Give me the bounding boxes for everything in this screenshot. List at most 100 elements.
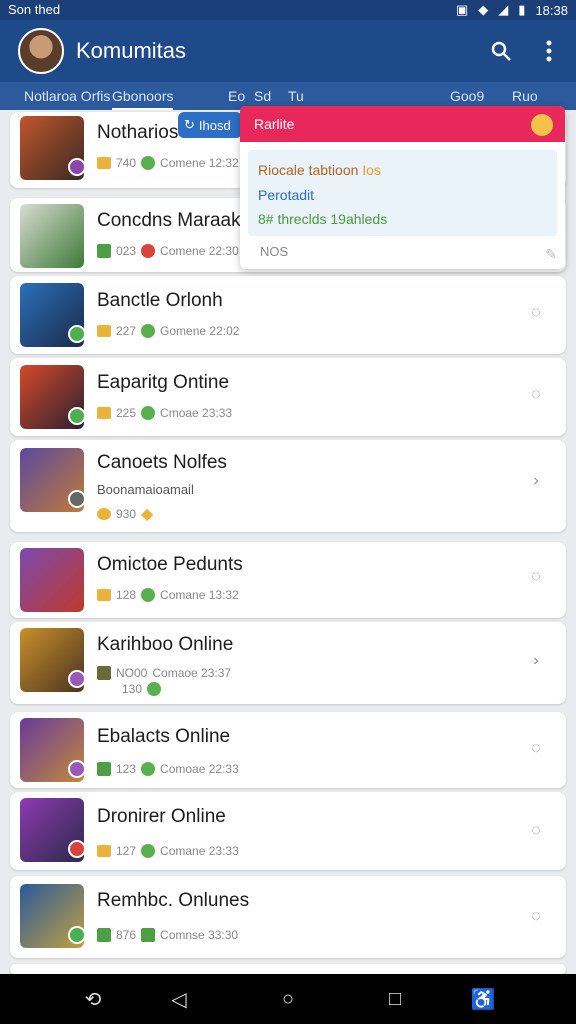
tab-notlaroa[interactable]: Notlaroa Orfis [24,88,110,104]
game-thumbnail [20,718,86,782]
item-meta: 227 Gomene 22:02 [97,324,239,338]
signal-icon: ◢ [498,2,509,17]
app-bar: Komumitas [0,20,576,82]
list-item-partial[interactable] [10,964,566,974]
status-icon [141,324,156,338]
platform-badge [68,926,86,944]
avatar[interactable] [18,28,64,74]
coin-icon [97,157,111,169]
item-title: Ebalacts Online [97,726,231,747]
status-bar: Son thed ▣ ◆ ◢ ▮ 18:38 [0,0,576,20]
item-meta: 128 Comane 13:32 [97,588,239,602]
item-meta: 876 Comnse 33:30 [97,928,238,942]
item-title: Remhbc. Onlunes [97,890,250,911]
tab-gbonoors[interactable]: Gbonoors [112,88,174,110]
item-meta: 123 Comoae 22:33 [97,762,239,776]
status-icon [141,762,156,776]
item-title: Omictoe Pedunts [97,554,243,575]
tab-ruo[interactable]: Ruo [512,88,538,104]
list-item[interactable]: Canoets Nolfes Boonamaioamail 930 ◆ › [10,440,566,532]
tab-sd[interactable]: Sd [254,88,271,104]
item-title: Banctle Orlonh [97,290,223,311]
item-meta-secondary: 130 [122,682,162,696]
platform-badge [68,840,86,858]
status-icons: ▣ ◆ ◢ ▮ 18:38 [456,2,568,18]
item-meta: NO00 Comaoe 23:37 [97,666,231,680]
list-item[interactable]: Eaparitg Ontine 225 Cmoae 23:33 ◌ [10,358,566,436]
item-meta: 930 ◆ [97,504,153,524]
chat-bubble-icon[interactable]: ◌ [526,304,546,324]
notification-popup[interactable]: Rarlite Riocale tabtioon Ios Perotadit 8… [240,106,565,269]
list-item[interactable]: Omictoe Pedunts 128 Comane 13:32 ◌ [10,542,566,618]
clock: 18:38 [535,2,568,18]
accessibility-icon[interactable]: ♿ [470,986,496,1012]
platform-badge [68,490,86,508]
list-item[interactable]: Banctle Orlonh 227 Gomene 22:02 ◌ [10,276,566,354]
home-icon[interactable]: ○ [275,986,301,1012]
battery-icon: ▮ [518,2,526,17]
item-meta: 740 Comene 12:32 [97,156,239,170]
status-icon [141,244,156,258]
platform-badge [68,670,86,688]
tooltip-label: Ihosd [198,117,231,133]
popup-footer: NOS [260,244,289,259]
tab-eo[interactable]: Eo [228,88,245,104]
coin-icon [97,845,111,857]
game-thumbnail [20,798,86,862]
list-item[interactable]: Dronirer Online 127 Comane 23:33 ◌ [10,792,566,870]
tab-goo9[interactable]: Goo9 [450,88,484,104]
coin-icon [97,589,111,601]
more-vert-icon[interactable] [536,38,562,64]
status-icon [141,844,156,858]
chat-bubble-icon[interactable]: ◌ [526,908,546,928]
refresh-icon: ↻ [184,117,195,132]
rotate-icon[interactable]: ⟲ [80,986,106,1012]
platform-badge [68,407,86,425]
popup-line-2: Perotadit [258,187,315,203]
coin-icon [97,407,111,419]
item-title: Eaparitg Ontine [97,372,230,393]
back-icon[interactable]: ◁ [166,986,192,1012]
search-icon[interactable] [488,38,514,64]
item-title: Canoets Nolfes [97,452,227,473]
tooltip[interactable]: ↻ Ihosd [178,112,242,138]
coin-icon [97,928,111,942]
popup-body: Riocale tabtioon Ios Perotadit 8# threcl… [248,150,557,236]
chat-bubble-icon[interactable]: ◌ [526,740,546,760]
chevron-right-icon[interactable]: › [526,472,546,492]
game-thumbnail [20,204,84,268]
game-thumbnail [20,365,86,429]
platform-badge [68,760,86,778]
chat-bubble-icon[interactable]: ◌ [526,822,546,842]
status-icon [141,406,156,420]
recents-icon[interactable]: □ [382,986,408,1012]
edit-icon[interactable]: ✎ [545,246,557,263]
status-icon [141,928,156,942]
list-item[interactable]: Karihboo Online NO00 Comaoe 23:37 130 › [10,622,566,704]
chevron-right-icon[interactable]: › [526,652,546,672]
coin-icon [97,666,111,680]
chat-bubble-icon[interactable]: ◌ [526,386,546,406]
carrier-label: Son thed [8,2,61,17]
list-item[interactable]: Ebalacts Online 123 Comoae 22:33 ◌ [10,712,566,788]
game-thumbnail [20,884,86,948]
emoji-icon [531,114,553,136]
item-meta: 023 Comene 22:30 [97,244,239,258]
wifi-icon: ◆ [478,2,489,17]
game-thumbnail [20,283,86,347]
system-nav-bar: ⟲ ◁ ○ □ ♿ [0,974,576,1024]
tab-tu[interactable]: Tu [288,88,304,104]
coin-icon [97,244,111,258]
status-icon [147,682,162,696]
platform-badge [68,325,86,343]
status-icon [141,156,156,170]
chat-bubble-icon[interactable]: ◌ [526,568,546,588]
popup-title: Rarlite [254,116,295,132]
coin-icon [97,762,111,776]
platform-badge [68,158,86,176]
list-item[interactable]: Remhbc. Onlunes 876 Comnse 33:30 ◌ [10,876,566,958]
popup-header: Rarlite [240,106,565,142]
item-title: Dronirer Online [97,806,226,827]
item-meta: 127 Comane 23:33 [97,844,239,858]
coin-icon [97,508,111,520]
